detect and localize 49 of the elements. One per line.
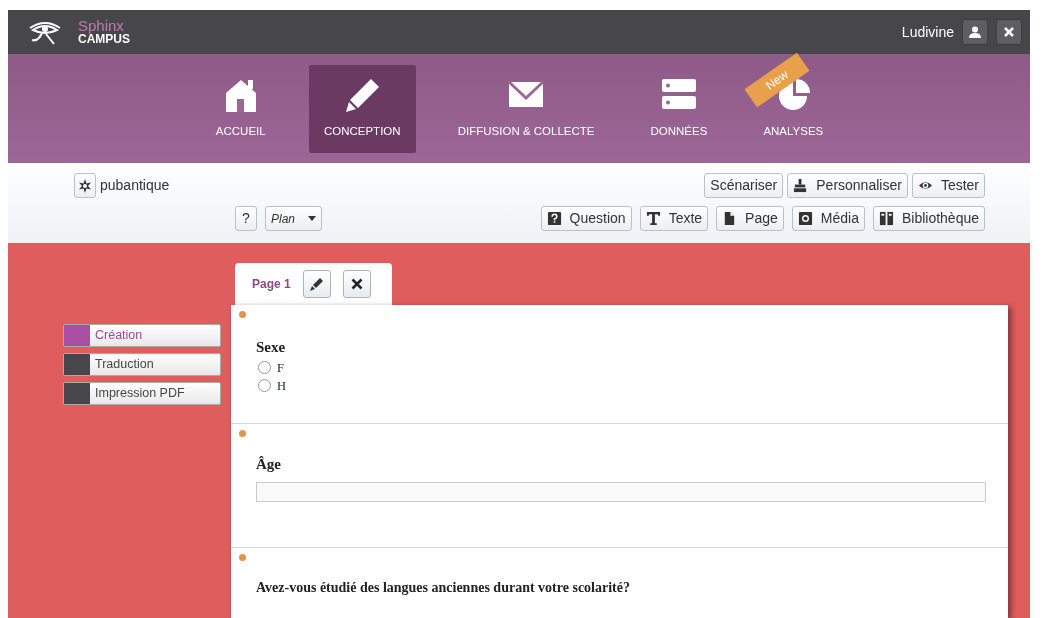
side-menu-item[interactable]: Impression PDF [63,382,221,405]
brush-icon [793,178,809,193]
question-title: Avez-vous étudié des langues anciennes durant votre scolarité? [256,579,631,597]
nav-tab[interactable]: DIFFUSION & COLLECTE [443,64,609,153]
nav-tab[interactable]: ACCUEIL [200,64,281,153]
page-tab-label[interactable]: Page 1 [252,275,291,293]
user-name: Ludivine [901,22,954,42]
option-label: F [277,359,284,377]
status-dot [239,311,246,318]
toolbar-button[interactable]: Question [540,206,632,231]
toolbar-button[interactable]: Bibliothèque [872,206,985,231]
edit-button[interactable] [302,270,331,298]
toolbar-button[interactable]: Page [716,206,784,231]
user-icon [969,26,981,38]
side-menu-item[interactable]: Création [63,324,221,347]
project-name: pubantique [100,176,170,195]
side-menu-item[interactable]: Traduction [63,353,221,376]
answer-field[interactable] [256,481,986,502]
status-dot [239,554,246,561]
question-title: Sexe [256,338,287,357]
pencil-icon [344,76,381,114]
close-button[interactable] [342,270,371,298]
brand-name: Sphinx [78,18,125,33]
book-icon [878,211,894,226]
toolbar-button[interactable]: Tester [911,173,985,198]
close-icon [1003,26,1015,38]
option-label: H [277,377,287,395]
toolbar-button[interactable]: Média [791,206,865,231]
close-button[interactable] [996,19,1022,45]
page-tab[interactable]: Page 1 [235,263,392,305]
question-icon [546,211,562,226]
nav-tab[interactable]: DONNÉES [636,64,722,153]
status-dot [239,430,246,437]
settings-button[interactable] [74,173,96,198]
toolbar-button[interactable]: Texte [639,206,709,231]
caret-icon [308,216,316,221]
settings-icon [78,178,92,193]
text-icon [645,211,661,226]
close-icon [350,278,363,290]
nav-tab[interactable]: CONCEPTION [308,64,416,153]
image-icon [797,211,813,226]
user-button[interactable] [962,19,988,45]
toolbar-button[interactable]: Personnaliser [787,173,908,198]
pencil-icon [309,277,324,291]
plan-select[interactable]: Plan [265,206,322,231]
toolbar-button[interactable]: Scénariser [704,173,784,198]
help-button[interactable]: ? [235,206,257,231]
brand-subtitle: CAMPUS [78,32,130,46]
question-title: Âge [256,455,282,474]
